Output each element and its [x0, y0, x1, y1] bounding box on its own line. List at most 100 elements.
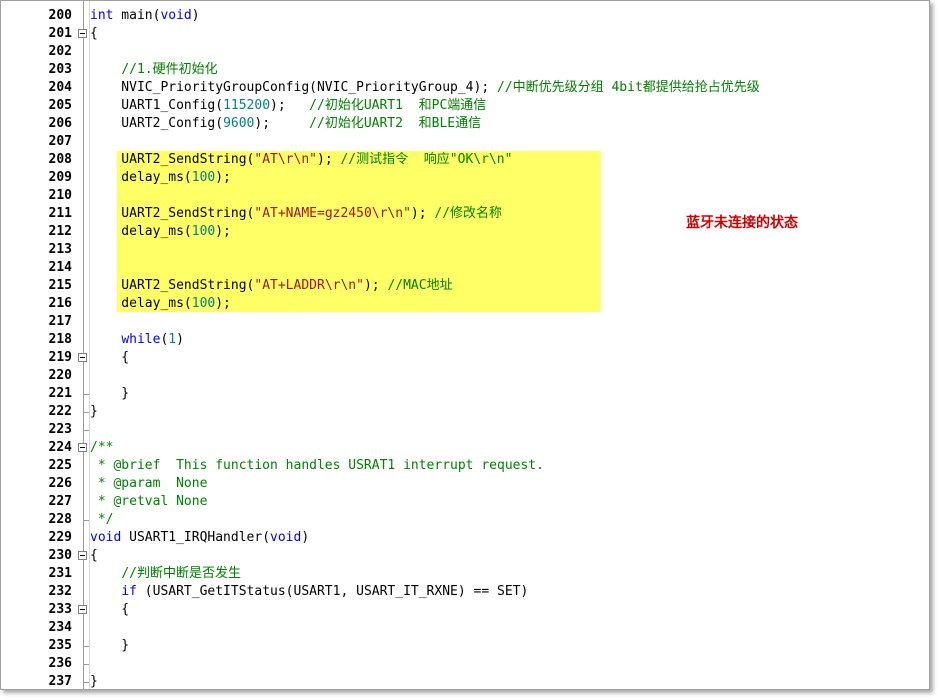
code-text: } — [90, 404, 98, 419]
code-line[interactable]: 216 delay_ms(100); — [1, 295, 929, 313]
code-text: void USART1_IRQHandler(void) — [90, 530, 310, 545]
code-text: UART2_SendString("AT+NAME=gz2450\r\n"); … — [90, 206, 503, 221]
line-number: 230 — [48, 548, 72, 563]
code-text: * @param None — [90, 476, 208, 491]
fold-toggle-icon[interactable] — [78, 551, 87, 560]
fold-toggle-icon[interactable] — [78, 605, 87, 614]
line-number: 228 — [48, 512, 72, 527]
code-line[interactable]: 231 //判断中断是否发生 — [1, 565, 929, 583]
line-number: 203 — [48, 62, 72, 77]
fold-end-marker — [83, 637, 89, 647]
line-number: 206 — [48, 116, 72, 131]
code-line[interactable]: 200 int main(void) — [1, 7, 929, 25]
line-number: 224 — [48, 440, 72, 455]
line-number: 231 — [48, 566, 72, 581]
code-line[interactable]: 209 delay_ms(100); — [1, 169, 929, 187]
code-line[interactable]: 218 while(1) — [1, 331, 929, 349]
code-line[interactable]: 236 — [1, 655, 929, 673]
line-number: 233 — [48, 602, 72, 617]
code-line[interactable]: 202 — [1, 43, 929, 61]
fold-end-marker — [83, 385, 89, 395]
fold-toggle-icon[interactable] — [78, 353, 87, 362]
code-line[interactable]: 205 UART1_Config(115200); //初始化UART1 和PC… — [1, 97, 929, 115]
code-line[interactable]: 220 — [1, 367, 929, 385]
code-line[interactable]: 201 { — [1, 25, 929, 43]
code-line[interactable]: 204 NVIC_PriorityGroupConfig(NVIC_Priori… — [1, 79, 929, 97]
line-number: 223 — [48, 422, 72, 437]
code-line[interactable]: 227 * @retval None — [1, 493, 929, 511]
line-number: 226 — [48, 476, 72, 491]
code-line[interactable]: 210 — [1, 187, 929, 205]
code-line[interactable]: 221 } — [1, 385, 929, 403]
line-number: 225 — [48, 458, 72, 473]
fold-end-marker — [83, 655, 89, 665]
code-text: UART2_Config(9600); //初始化UART2 和BLE通信 — [90, 116, 482, 131]
code-text: delay_ms(100); — [90, 224, 231, 239]
code-text: int main(void) — [90, 8, 200, 23]
code-line[interactable]: 233 { — [1, 601, 929, 619]
line-number: 210 — [48, 188, 72, 203]
code-text: * @retval None — [90, 494, 208, 509]
code-text: delay_ms(100); — [90, 296, 231, 311]
code-line[interactable]: 206 UART2_Config(9600); //初始化UART2 和BLE通… — [1, 115, 929, 133]
code-line[interactable]: 223 — [1, 421, 929, 439]
line-number: 200 — [48, 8, 72, 23]
code-line[interactable]: 235 } — [1, 637, 929, 655]
code-text: } — [90, 386, 130, 401]
code-text: */ — [90, 512, 114, 527]
code-text: NVIC_PriorityGroupConfig(NVIC_PriorityGr… — [90, 80, 760, 95]
code-line[interactable]: 213 — [1, 241, 929, 259]
code-line[interactable]: 237} — [1, 673, 929, 689]
code-line[interactable]: 226 * @param None — [1, 475, 929, 493]
line-number: 201 — [48, 26, 72, 41]
fold-end-marker — [83, 511, 89, 521]
fold-end-marker — [83, 403, 89, 413]
line-number: 205 — [48, 98, 72, 113]
code-text: * @brief This function handles USRAT1 in… — [90, 458, 544, 473]
annotation-label: 蓝牙未连接的状态 — [686, 215, 798, 231]
code-text: { — [90, 602, 130, 617]
code-line[interactable]: 224 /** — [1, 439, 929, 457]
line-number: 207 — [48, 134, 72, 149]
code-line[interactable]: 214 — [1, 259, 929, 277]
line-number: 235 — [48, 638, 72, 653]
code-line[interactable]: 215 UART2_SendString("AT+LADDR\r\n"); //… — [1, 277, 929, 295]
code-text: } — [90, 674, 98, 689]
code-text: UART2_SendString("AT\r\n"); //测试指令 响应"OK… — [90, 152, 513, 167]
code-text: UART2_SendString("AT+LADDR\r\n"); //MAC地… — [90, 278, 453, 293]
code-text: //1.硬件初始化 — [121, 62, 218, 77]
line-number: 204 — [48, 80, 72, 95]
code-text: delay_ms(100); — [90, 170, 231, 185]
code-line[interactable]: 217 — [1, 313, 929, 331]
code-line[interactable]: 228 */ — [1, 511, 929, 529]
code-line[interactable]: 225 * @brief This function handles USRAT… — [1, 457, 929, 475]
fold-toggle-icon[interactable] — [78, 29, 87, 38]
line-number: 236 — [48, 656, 72, 671]
code-line[interactable]: 230 { — [1, 547, 929, 565]
fold-toggle-icon[interactable] — [78, 443, 87, 452]
code-text: { — [90, 548, 98, 563]
code-line[interactable]: 207 — [1, 133, 929, 151]
code-line[interactable]: 229 void USART1_IRQHandler(void) — [1, 529, 929, 547]
code-line[interactable]: 208 UART2_SendString("AT\r\n"); //测试指令 响… — [1, 151, 929, 169]
line-number: 215 — [48, 278, 72, 293]
line-number: 211 — [48, 206, 72, 221]
line-number: 218 — [48, 332, 72, 347]
line-number: 227 — [48, 494, 72, 509]
line-number: 213 — [48, 242, 72, 257]
code-text: } — [90, 638, 130, 653]
code-line[interactable]: 222} — [1, 403, 929, 421]
code-editor[interactable]: 200 int main(void) 201{202 203 //1.硬件初始化 204… — [0, 0, 930, 690]
code-text: { — [90, 350, 130, 365]
code-line[interactable]: 219 { — [1, 349, 929, 367]
line-number: 209 — [48, 170, 72, 185]
line-number: 219 — [48, 350, 72, 365]
code-line[interactable]: 232 if (USART_GetITStatus(USART1, USART_… — [1, 583, 929, 601]
line-number: 220 — [48, 368, 72, 383]
line-number: 222 — [48, 404, 72, 419]
code-line[interactable]: 234 — [1, 619, 929, 637]
code-line[interactable]: 203 //1.硬件初始化 — [1, 61, 929, 79]
line-number: 212 — [48, 224, 72, 239]
line-number: 232 — [48, 584, 72, 599]
line-number: 208 — [48, 152, 72, 167]
